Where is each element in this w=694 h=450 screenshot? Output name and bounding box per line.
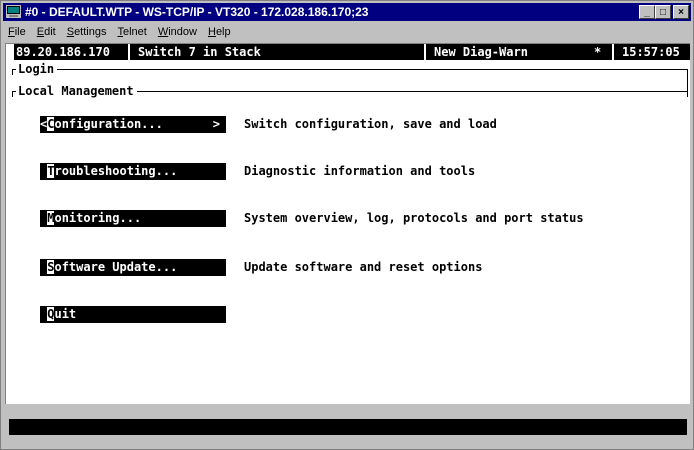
menu-desc-software-update: Update software and reset options [244, 260, 483, 274]
menu-edit[interactable]: Edit [32, 23, 62, 41]
menu-item-quit[interactable]: Quit [40, 306, 226, 323]
status-diag: New Diag-Warn [434, 45, 528, 59]
window-title: #0 - DEFAULT.WTP - WS-TCP/IP - VT320 - 1… [25, 5, 369, 19]
menu-help[interactable]: Help [203, 23, 237, 41]
menu-bar: File Edit Settings Telnet Window Help [3, 23, 691, 41]
minimize-button[interactable]: _ [639, 5, 655, 19]
terminal-bottom-bar [9, 419, 687, 435]
menu-telnet[interactable]: Telnet [112, 23, 152, 41]
menu-settings[interactable]: Settings [62, 23, 113, 41]
menu-desc-configuration: Switch configuration, save and load [244, 117, 497, 131]
login-frame-line [12, 69, 688, 70]
status-ip: 89.20.186.170 [16, 45, 110, 59]
frame-right-edge [687, 69, 688, 97]
maximize-button[interactable]: □ [655, 5, 671, 19]
local-management-label: Local Management [16, 84, 137, 98]
status-line: 89.20.186.170 Switch 7 in Stack New Diag… [14, 44, 690, 60]
status-stack: Switch 7 in Stack [138, 45, 261, 59]
terminal-screen[interactable]: 89.20.186.170 Switch 7 in Stack New Diag… [5, 43, 690, 404]
terminal-app-icon[interactable] [6, 5, 21, 18]
close-button[interactable]: × [673, 5, 689, 19]
menu-item-software-update[interactable]: Software Update... [40, 259, 226, 276]
status-time: 15:57:05 [622, 45, 680, 59]
login-frame-corner [12, 69, 13, 75]
login-label: Login [16, 62, 58, 76]
menu-item-configuration[interactable]: <Configuration... > [40, 116, 226, 133]
title-bar[interactable]: #0 - DEFAULT.WTP - WS-TCP/IP - VT320 - 1… [3, 3, 691, 21]
local-management-frame-corner [12, 91, 13, 97]
menu-window[interactable]: Window [153, 23, 203, 41]
menu-file[interactable]: File [3, 23, 32, 41]
menu-item-troubleshooting[interactable]: Troubleshooting... [40, 163, 226, 180]
menu-desc-monitoring: System overview, log, protocols and port… [244, 211, 584, 225]
menu-desc-troubleshooting: Diagnostic information and tools [244, 164, 476, 178]
terminal-window: #0 - DEFAULT.WTP - WS-TCP/IP - VT320 - 1… [0, 0, 694, 450]
status-flag: * [594, 45, 602, 59]
menu-item-monitoring[interactable]: Monitoring... [40, 210, 226, 227]
